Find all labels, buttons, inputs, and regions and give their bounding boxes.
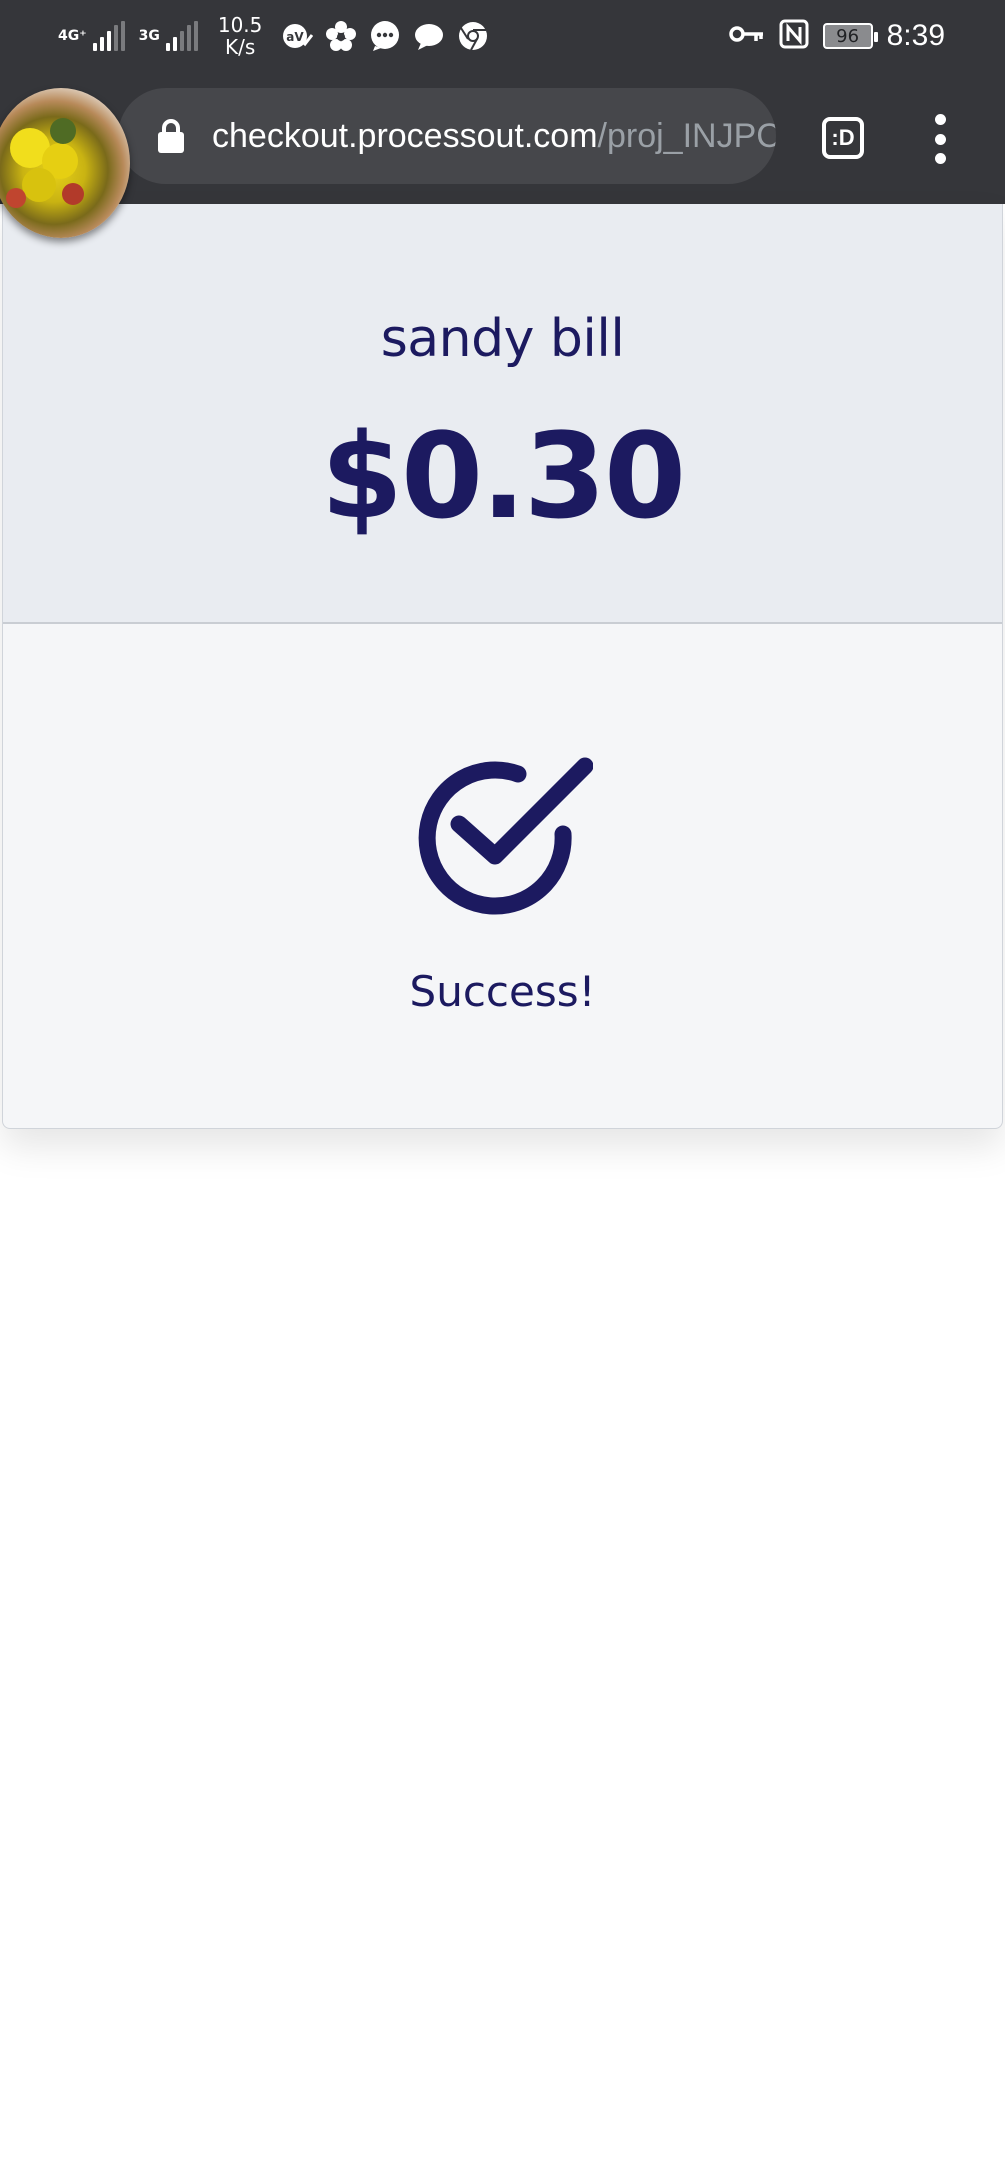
signal-strength-icon — [165, 21, 198, 51]
merchant-name: sandy bill — [380, 309, 625, 369]
more-options-icon[interactable] — [926, 114, 954, 164]
url-path: /proj_INJPC — [597, 116, 776, 155]
url-text[interactable]: checkout.processout.com/proj_INJPC — [212, 117, 776, 156]
checkout-card: sandy bill $0.30 Success! — [2, 204, 1003, 1129]
url-domain: checkout.processout.com — [212, 116, 598, 155]
network-speed: 10.5 K/s — [218, 14, 263, 58]
vpn-app-icon: aV — [281, 20, 314, 52]
signal-strength-icon — [92, 21, 125, 51]
checkout-result: Success! — [3, 624, 1002, 1016]
tab-switcher-button[interactable]: :D — [822, 117, 864, 159]
payment-amount: $0.30 — [320, 407, 686, 545]
nfc-icon — [779, 19, 809, 53]
success-check-icon — [418, 757, 593, 915]
success-message: Success! — [409, 967, 596, 1016]
clock: 8:39 — [886, 19, 945, 52]
status-bar-right: 96 8:39 — [728, 12, 945, 60]
network-type-4g: 4G⁺ — [58, 28, 87, 44]
battery-level: 96 — [836, 25, 860, 47]
network-speed-value: 10.5 — [217, 13, 263, 37]
lock-icon — [158, 119, 184, 153]
browser-toolbar: checkout.processout.com/proj_INJPC :D — [0, 72, 1005, 204]
key-icon — [728, 24, 765, 48]
network-speed-unit: K/s — [224, 35, 256, 59]
chrome-icon — [457, 20, 489, 52]
status-bar-left: 4G⁺ 3G 10.5 K/s aV — [58, 12, 492, 60]
checkout-header: sandy bill $0.30 — [3, 204, 1002, 624]
chat-more-icon — [369, 20, 401, 52]
message-icon — [413, 20, 445, 52]
address-bar[interactable]: checkout.processout.com/proj_INJPC — [118, 88, 776, 184]
battery-icon: 96 — [822, 23, 878, 49]
network-type-3g: 3G — [138, 28, 160, 44]
status-bar: 4G⁺ 3G 10.5 K/s aV 96 8:39 — [0, 0, 1005, 72]
flower-app-icon — [325, 20, 357, 52]
